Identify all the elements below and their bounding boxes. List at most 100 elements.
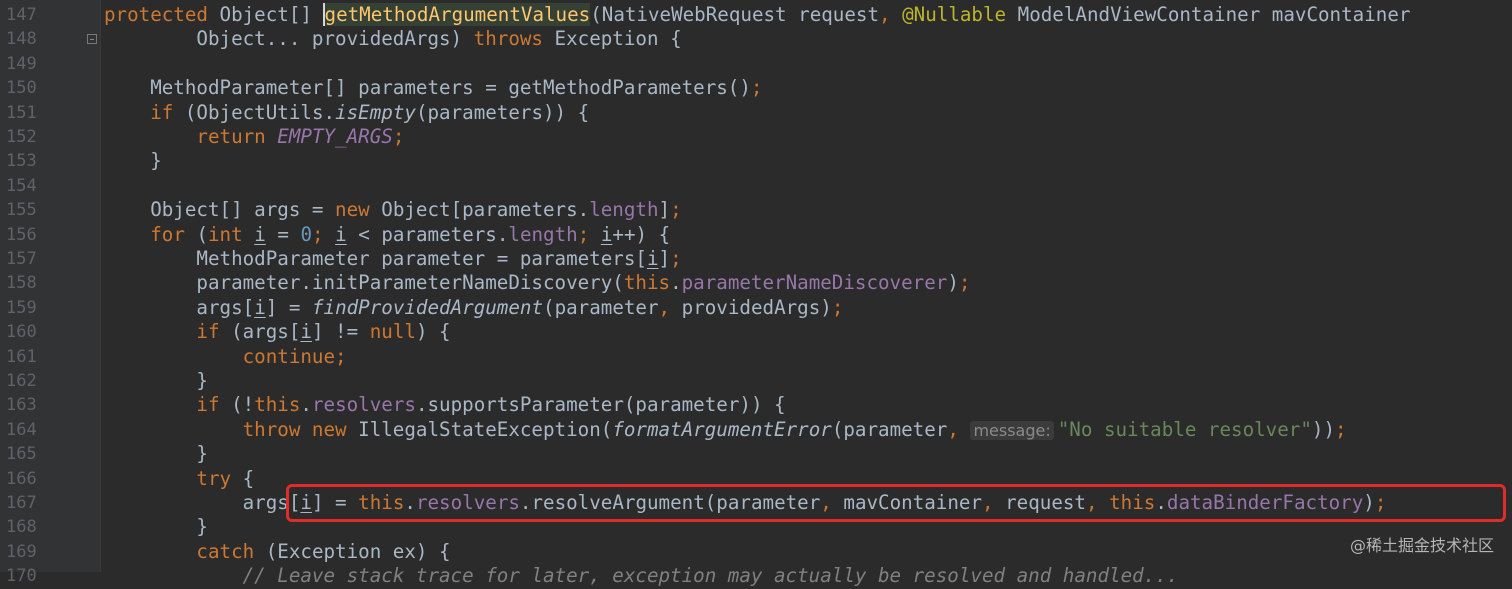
code-token: i bbox=[335, 222, 347, 246]
code-token: MethodParameter parameter = parameters[ bbox=[104, 247, 647, 270]
code-token: new bbox=[335, 198, 382, 222]
code-token: throws bbox=[473, 27, 555, 51]
code-token: Object[] bbox=[219, 3, 324, 26]
line-number: 156 bbox=[6, 224, 37, 245]
code-token: ModelAndViewContainer mavContainer bbox=[1017, 3, 1411, 26]
code-token: (parameters)) { bbox=[415, 100, 590, 124]
code-token: catch bbox=[196, 539, 266, 563]
code-token: args[ bbox=[104, 491, 301, 514]
code-token: ) bbox=[947, 271, 959, 295]
code-token: resolvers bbox=[311, 393, 416, 417]
code-token: for bbox=[150, 222, 197, 246]
code-token: ; bbox=[670, 247, 682, 270]
line-number: 149 bbox=[6, 53, 37, 74]
code-token: ) { bbox=[415, 320, 451, 344]
code-token: (! bbox=[231, 393, 255, 417]
code-token: (args[ bbox=[231, 320, 301, 344]
code-token: ; bbox=[750, 76, 763, 100]
code-token: )) bbox=[1311, 417, 1336, 441]
line-number: 152 bbox=[6, 127, 37, 147]
code-token: int bbox=[208, 222, 255, 246]
code-line: protected Object[] getMethodArgumentValu… bbox=[104, 3, 1410, 27]
line-number: 167 bbox=[6, 493, 37, 513]
code-line: MethodParameter parameter = parameters[i… bbox=[104, 247, 682, 271]
code-token: // Leave stack trace for later, exceptio… bbox=[242, 564, 1179, 588]
fold-icon[interactable] bbox=[87, 34, 97, 45]
code-token: length bbox=[589, 198, 659, 222]
code-token: i bbox=[646, 247, 659, 270]
code-token: , bbox=[658, 295, 682, 319]
code-line: for (int i = 0; i < parameters.length; i… bbox=[104, 223, 670, 247]
code-token: if bbox=[196, 393, 232, 417]
code-token: , bbox=[879, 3, 903, 26]
code-token: providedArgs) bbox=[681, 295, 832, 319]
code-token: MethodParameter[] parameters = getMethod… bbox=[104, 76, 751, 100]
line-number: 158 bbox=[6, 273, 37, 294]
code-token: this bbox=[254, 393, 301, 417]
line-number: 168 bbox=[6, 517, 37, 538]
code-token: findProvidedArgument bbox=[311, 295, 544, 319]
line-number: 163 bbox=[6, 395, 37, 416]
code-line: return EMPTY_ARGS; bbox=[104, 125, 404, 149]
code-token: 0 bbox=[300, 222, 312, 246]
line-number: 155 bbox=[6, 200, 37, 221]
code-line: Object... providedArgs) throws Exception… bbox=[104, 27, 681, 51]
code-editor[interactable]: 147 148 149 150 151 152 153 154 155 156 157 158 159 1… bbox=[0, 0, 1512, 587]
code-token: ; bbox=[577, 222, 601, 246]
line-number: 147 bbox=[6, 5, 37, 25]
code-line: } bbox=[104, 515, 208, 539]
line-number: 160 bbox=[6, 322, 37, 343]
code-line: } bbox=[104, 442, 208, 466]
code-token: Object[parameters. bbox=[381, 198, 590, 222]
line-number: 166 bbox=[6, 468, 37, 489]
code-token: if bbox=[196, 320, 232, 344]
line-number: 157 bbox=[6, 249, 37, 269]
code-token: try bbox=[196, 466, 243, 490]
code-token: i bbox=[600, 222, 613, 246]
code-token: ; bbox=[831, 295, 844, 319]
code-token: ; bbox=[1335, 417, 1347, 441]
code-line: args[i] = findProvidedArgument(parameter… bbox=[104, 296, 843, 320]
code-line: // Leave stack trace for later, exceptio… bbox=[104, 564, 1179, 588]
code-token: EMPTY_ARGS bbox=[277, 125, 393, 148]
line-number: 150 bbox=[6, 78, 37, 99]
code-token: continue; bbox=[242, 344, 347, 368]
line-number-gutter: 147 148 149 150 151 152 153 154 155 156 157 158 159 1… bbox=[0, 0, 101, 586]
code-token: } bbox=[104, 442, 208, 466]
code-token: null bbox=[369, 320, 416, 344]
code-token: etMethodArgumentValues bbox=[336, 3, 591, 26]
code-line: if (ObjectUtils.isEmpty(parameters)) { bbox=[104, 101, 589, 125]
code-line: if (!this.resolvers.supportsParameter(pa… bbox=[104, 393, 785, 417]
code-token: g bbox=[322, 3, 337, 26]
code-token: return bbox=[196, 125, 278, 148]
code-line: Object[] args = new Object[parameters.le… bbox=[104, 198, 682, 222]
line-number: 170 bbox=[6, 566, 37, 587]
code-token: ] = bbox=[265, 295, 312, 319]
code-token: @Nullable bbox=[902, 3, 1018, 26]
code-token: . bbox=[670, 271, 682, 295]
watermark: @稀土掘金技术社区 bbox=[1349, 536, 1494, 555]
line-number: 169 bbox=[6, 541, 37, 562]
code-token: parameter.initParameterNameDiscovery( bbox=[104, 271, 624, 295]
code-token: ] bbox=[658, 198, 671, 222]
code-token: ; bbox=[670, 198, 682, 222]
code-token: ( bbox=[196, 222, 208, 246]
line-number: 154 bbox=[6, 175, 37, 196]
code-token: this bbox=[623, 271, 671, 295]
code-token: } bbox=[104, 515, 208, 539]
code-token: } bbox=[104, 369, 208, 392]
code-token: i bbox=[300, 320, 312, 344]
line-number: 161 bbox=[6, 346, 37, 367]
code-token: protected bbox=[104, 3, 220, 26]
code-token: args[ bbox=[104, 295, 255, 319]
code-token: IllegalStateException( bbox=[358, 417, 613, 441]
code-line: continue; bbox=[104, 345, 347, 369]
